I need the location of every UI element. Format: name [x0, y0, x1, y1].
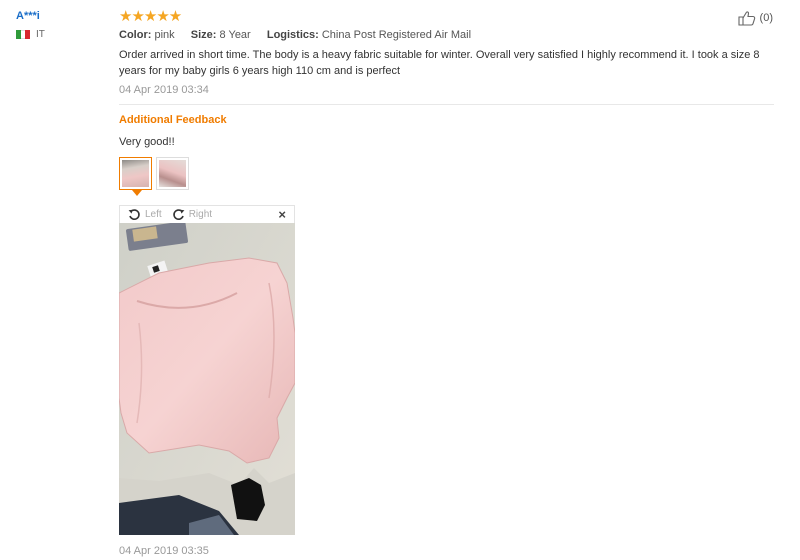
star-rating: ★★★★★	[119, 8, 182, 25]
additional-feedback-title: Additional Feedback	[119, 114, 227, 126]
additional-feedback-date: 04 Apr 2019 03:35	[119, 545, 209, 557]
review-body: ★★★★★ Color: pink Size: 8 Year Logistics…	[119, 8, 774, 196]
close-icon[interactable]: ×	[278, 207, 286, 222]
reviewer-country: IT	[16, 29, 106, 40]
rotate-left-icon	[128, 209, 140, 220]
photo-thumbnail-1[interactable]	[119, 157, 152, 196]
rotate-right-button[interactable]: Right	[172, 208, 212, 221]
photo-thumbnail-2[interactable]	[156, 157, 189, 190]
logistics-value: China Post Registered Air Mail	[321, 29, 472, 41]
size-label: Size:	[190, 29, 217, 41]
rotate-right-icon	[172, 209, 185, 220]
italy-flag-icon	[16, 30, 31, 39]
viewer-toolbar: Left Right ×	[119, 205, 295, 223]
logistics-label: Logistics:	[266, 29, 319, 41]
country-code: IT	[36, 29, 45, 40]
size-value: 8 Year	[219, 29, 251, 41]
reviewer-name[interactable]: A***i	[16, 10, 106, 22]
rotate-left-button[interactable]: Left	[128, 208, 162, 221]
active-caret-icon	[132, 190, 142, 196]
order-details: Color: pink Size: 8 Year Logistics: Chin…	[119, 29, 774, 41]
divider	[119, 104, 774, 105]
rotate-right-label: Right	[188, 209, 213, 220]
photo-viewer: Left Right ×	[119, 205, 295, 535]
review-text: Order arrived in short time. The body is…	[119, 49, 760, 77]
review-date: 04 Apr 2019 03:34	[119, 84, 209, 96]
color-value: pink	[154, 29, 175, 41]
additional-feedback-text: Very good!!	[119, 136, 175, 148]
photo-thumbnails	[119, 157, 774, 196]
pink-leotard-photo	[119, 223, 295, 535]
reviewer-info: A***i IT	[16, 10, 106, 40]
rotate-left-label: Left	[145, 209, 162, 220]
color-label: Color:	[119, 29, 152, 41]
review-photo	[119, 223, 295, 535]
